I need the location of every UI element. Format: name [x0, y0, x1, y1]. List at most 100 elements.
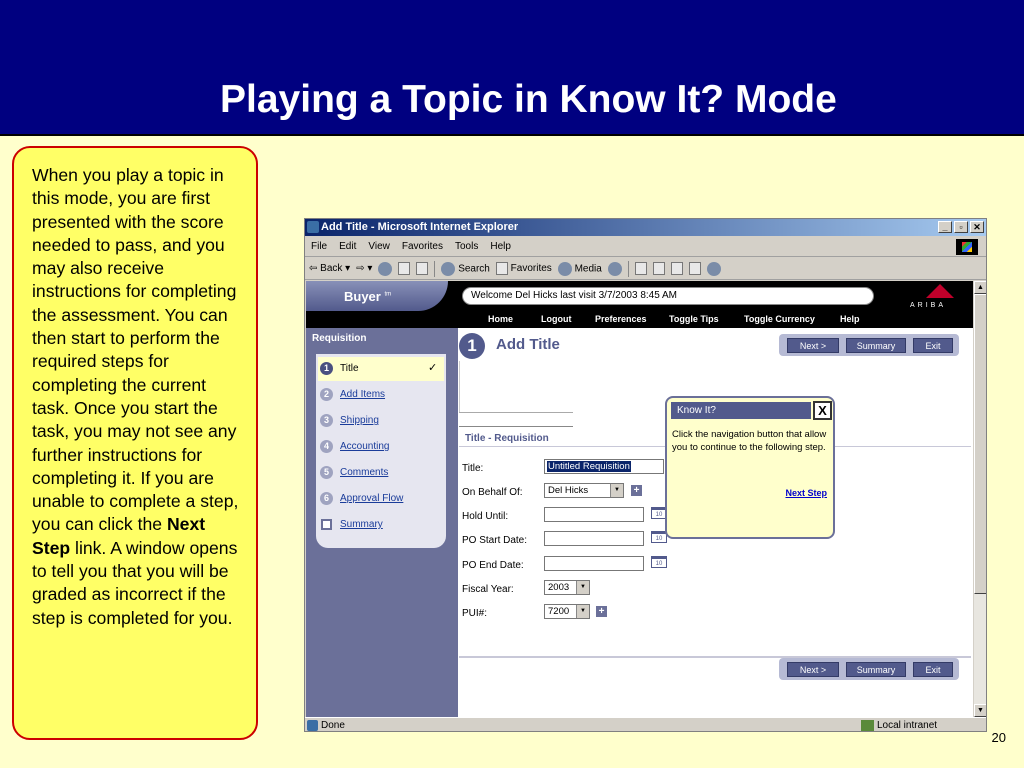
step-label: Accounting — [340, 441, 390, 452]
hold-until-label: Hold Until: — [462, 511, 509, 522]
edit-icon[interactable] — [652, 262, 665, 275]
step-number: 5 — [320, 466, 333, 479]
favorites-button[interactable]: Favorites — [495, 262, 552, 275]
menu-view[interactable]: View — [368, 241, 390, 252]
current-step-number: 1 — [459, 333, 485, 359]
nav-preferences[interactable]: Preferences — [595, 314, 647, 324]
scroll-up-icon[interactable]: ▲ — [974, 281, 986, 294]
step-label: Summary — [340, 519, 383, 530]
nav-toggle-currency[interactable]: Toggle Currency — [744, 314, 815, 324]
sidebar-step-approval-flow[interactable]: 6 Approval Flow — [318, 487, 444, 511]
step-number: 4 — [320, 440, 333, 453]
scroll-down-icon[interactable]: ▼ — [974, 704, 986, 717]
media-button[interactable]: Media — [557, 261, 602, 276]
chevron-down-icon: ▼ — [576, 581, 589, 594]
status-bar: Done Local intranet — [305, 717, 986, 731]
add-person-plus-icon[interactable]: + — [631, 485, 642, 496]
discuss-icon[interactable] — [688, 262, 701, 275]
menu-favorites[interactable]: Favorites — [402, 241, 443, 252]
sidebar-step-shipping[interactable]: 3 Shipping — [318, 409, 444, 433]
stop-icon[interactable] — [378, 261, 393, 276]
next-step-link[interactable]: Next Step — [785, 488, 827, 498]
brand-tm: tm — [384, 291, 392, 298]
title-input-value: Untitled Requisition — [547, 461, 631, 472]
nav-help[interactable]: Help — [840, 314, 860, 324]
forward-button[interactable]: ⇨ ▾ — [356, 263, 372, 274]
toolbar-separator — [434, 260, 436, 277]
menu-help[interactable]: Help — [490, 241, 511, 252]
fiscal-year-select[interactable]: 2003 ▼ — [544, 580, 590, 595]
po-end-input[interactable] — [544, 556, 644, 571]
menu-edit[interactable]: Edit — [339, 241, 356, 252]
po-start-input[interactable] — [544, 531, 644, 546]
steps-panel: 1 Title ✓ 2 Add Items 3 Shipping 4 Accou… — [316, 354, 446, 548]
app-nav-bar: Home Logout Preferences Toggle Tips Togg… — [306, 311, 973, 328]
on-behalf-select[interactable]: Del Hicks ▼ — [544, 483, 624, 498]
note-text-before: When you play a topic in this mode, you … — [32, 165, 239, 535]
chevron-down-icon: ▼ — [610, 484, 623, 497]
close-button[interactable]: ✕ — [970, 221, 984, 233]
messenger-icon[interactable] — [706, 261, 721, 276]
title-input[interactable]: Untitled Requisition — [544, 459, 664, 474]
browser-window: Add Title - Microsoft Internet Explorer … — [304, 218, 987, 732]
step-number: 3 — [320, 414, 333, 427]
summary-button[interactable]: Summary — [846, 662, 906, 677]
bottom-button-bar: Next > Summary Exit — [779, 658, 959, 680]
nav-toggle-tips[interactable]: Toggle Tips — [669, 314, 719, 324]
search-label: Search — [458, 263, 490, 275]
pui-select[interactable]: 7200 ▼ — [544, 604, 590, 619]
know-it-popup: Know It? X Click the navigation button t… — [665, 396, 835, 539]
top-button-bar: Next > Summary Exit — [779, 334, 959, 356]
po-end-label: PO End Date: — [462, 560, 524, 571]
sidebar-title: Requisition — [312, 333, 367, 344]
exit-button[interactable]: Exit — [913, 338, 953, 353]
search-icon — [441, 261, 456, 276]
refresh-icon[interactable] — [398, 262, 411, 275]
sidebar-step-comments[interactable]: 5 Comments — [318, 461, 444, 485]
exit-button[interactable]: Exit — [913, 662, 953, 677]
step-label: Title — [340, 363, 359, 374]
mail-icon[interactable] — [634, 262, 647, 275]
checkmark-icon: ✓ — [428, 362, 438, 374]
minimize-button[interactable]: _ — [938, 221, 952, 233]
add-pui-plus-icon[interactable]: + — [596, 606, 607, 617]
calendar-icon[interactable]: 10 — [651, 556, 667, 568]
next-button[interactable]: Next > — [787, 662, 839, 677]
media-icon — [557, 261, 572, 276]
requisition-sidebar: Requisition 1 Title ✓ 2 Add Items 3 Ship… — [306, 328, 458, 717]
nav-home[interactable]: Home — [488, 314, 513, 324]
sidebar-step-summary[interactable]: Summary — [318, 513, 444, 537]
slide-header: Playing a Topic in Know It? Mode — [0, 0, 1024, 136]
page-icon — [307, 720, 318, 731]
close-icon[interactable]: X — [813, 401, 832, 420]
next-button[interactable]: Next > — [787, 338, 839, 353]
menu-tools[interactable]: Tools — [455, 241, 478, 252]
browser-titlebar: Add Title - Microsoft Internet Explorer … — [305, 219, 986, 236]
sidebar-step-title[interactable]: 1 Title ✓ — [318, 357, 444, 381]
title-label: Title: — [462, 463, 484, 474]
ie-icon — [307, 221, 319, 233]
step-label: Add Items — [340, 389, 386, 400]
menu-file[interactable]: File — [311, 241, 327, 252]
history-icon[interactable] — [607, 261, 622, 276]
vertical-scrollbar[interactable]: ▲ ▼ — [974, 281, 986, 717]
back-button[interactable]: ⇦ Back ▾ — [309, 263, 350, 274]
nav-logout[interactable]: Logout — [541, 314, 572, 324]
fiscal-year-label: Fiscal Year: — [462, 584, 514, 595]
slide-title: Playing a Topic in Know It? Mode — [220, 78, 837, 121]
ariba-logo-text: ARIBA — [910, 302, 947, 309]
back-label: Back — [320, 263, 343, 274]
sidebar-step-accounting[interactable]: 4 Accounting — [318, 435, 444, 459]
sidebar-step-add-items[interactable]: 2 Add Items — [318, 383, 444, 407]
restore-button[interactable]: ▫ — [954, 221, 968, 233]
step-number: 2 — [320, 388, 333, 401]
favorites-label: Favorites — [510, 263, 552, 275]
print-icon[interactable] — [670, 262, 683, 275]
hold-until-input[interactable] — [544, 507, 644, 522]
popup-title: Know It? — [671, 402, 811, 419]
home-icon[interactable] — [416, 262, 429, 275]
pui-label: PUI#: — [462, 608, 488, 619]
scroll-thumb[interactable] — [974, 294, 986, 594]
search-button[interactable]: Search — [441, 261, 490, 276]
summary-button[interactable]: Summary — [846, 338, 906, 353]
